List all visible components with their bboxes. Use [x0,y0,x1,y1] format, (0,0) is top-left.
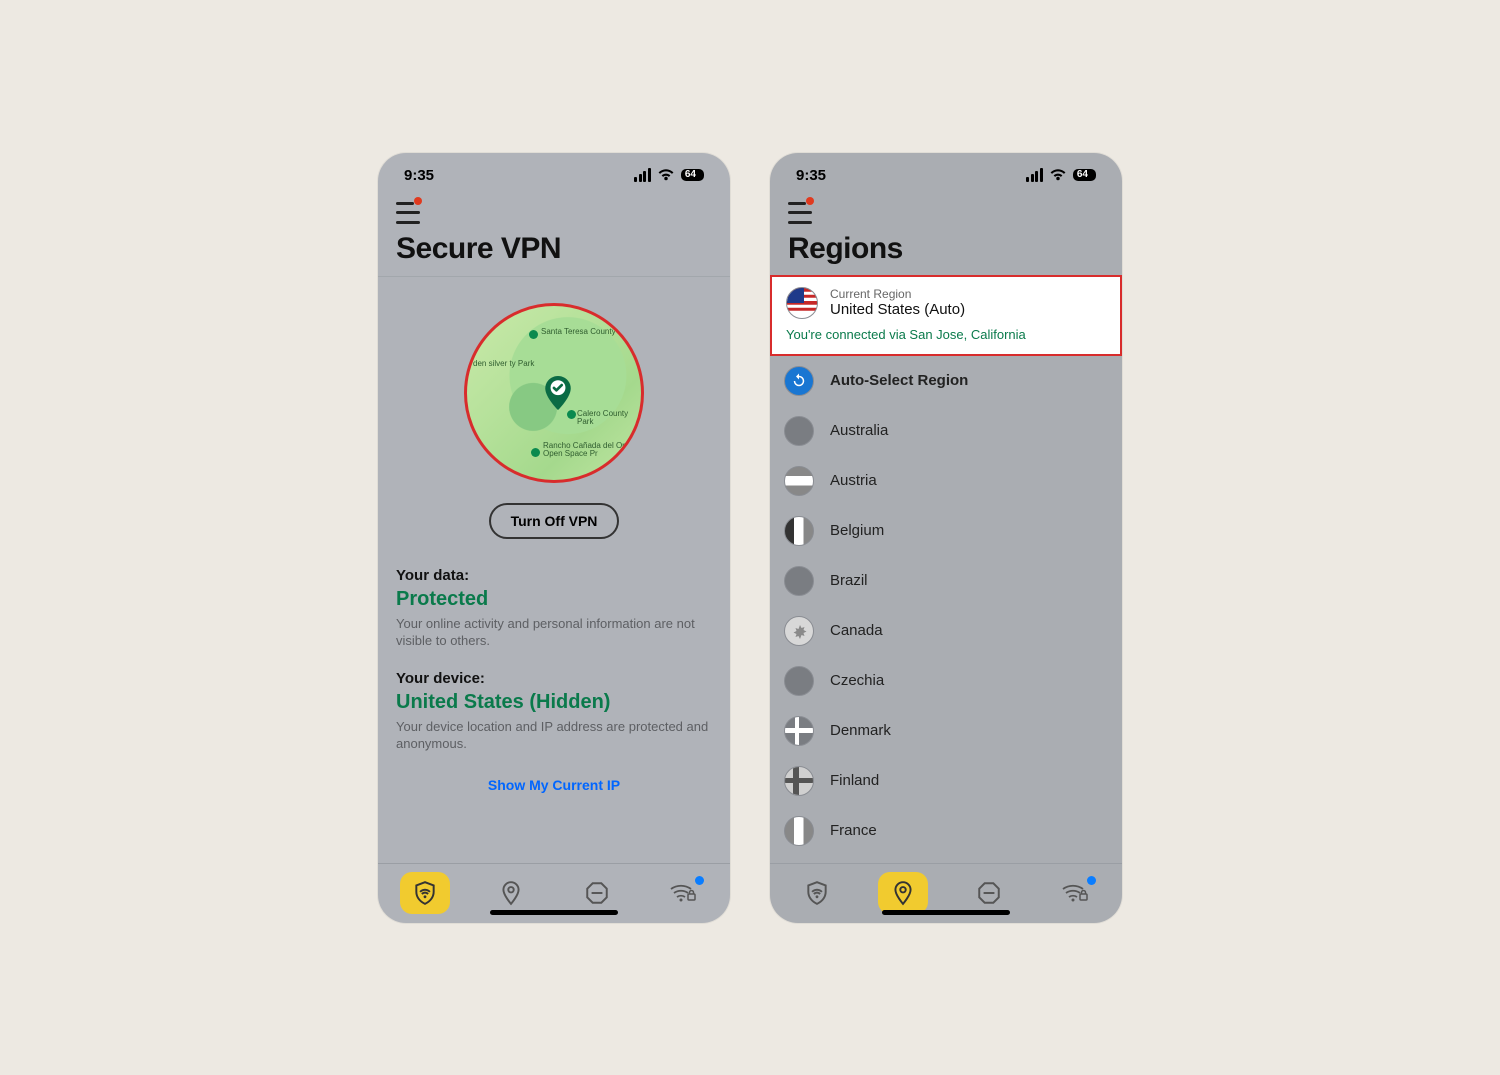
region-item[interactable]: France [770,806,1122,856]
hamburger-menu-button[interactable] [396,202,424,224]
tab-regions[interactable] [486,872,536,914]
belgium-flag-icon [784,516,814,546]
wifi-icon [1049,168,1067,182]
wifi-icon [657,168,675,182]
region-name: Denmark [830,722,891,739]
cellular-signal-icon [1026,168,1043,182]
current-region-value: United States (Auto) [830,301,965,318]
map-pin-icon [545,376,571,410]
divider [378,276,730,277]
region-name: Brazil [830,572,868,589]
region-auto-select[interactable]: Auto-Select Region [770,356,1122,406]
region-item[interactable]: Brazil [770,556,1122,606]
us-flag-icon [786,287,818,319]
denmark-flag-icon [784,716,814,746]
notification-dot-icon [414,197,422,205]
tab-block[interactable] [572,872,622,914]
region-item[interactable]: Czechia [770,656,1122,706]
shield-wifi-icon [412,880,438,906]
current-region-card[interactable]: Current Region United States (Auto) You'… [770,275,1122,356]
region-item[interactable]: Denmark [770,706,1122,756]
tab-regions[interactable] [878,872,928,914]
phone-regions: 9:35 64 Regions Current Region United St… [770,153,1122,923]
finland-flag-icon [784,766,814,796]
your-device-status: United States (Hidden) [396,691,712,714]
status-bar: 9:35 64 [770,153,1122,190]
phone-secure-vpn: 9:35 64 Secure VPN Santa Teresa County P… [378,153,730,923]
location-pin-icon [498,880,524,906]
wifi-lock-icon [1061,882,1089,904]
region-name: Canada [830,622,883,639]
your-data-status: Protected [396,588,712,611]
region-item[interactable]: Belgium [770,506,1122,556]
current-region-label: Current Region [830,287,965,301]
your-device-heading: Your device: [396,670,712,687]
tab-wifi-security[interactable] [658,872,708,914]
your-data-heading: Your data: [396,567,712,584]
notification-dot-icon [1087,876,1096,885]
brazil-flag-icon [784,566,814,596]
region-name: Belgium [830,522,884,539]
your-device-desc: Your device location and IP address are … [396,718,712,753]
home-indicator [490,910,618,915]
status-time: 9:35 [404,167,434,184]
region-item[interactable]: Germany [770,856,1122,863]
cellular-signal-icon [634,168,651,182]
show-ip-link[interactable]: Show My Current IP [488,777,620,793]
notification-dot-icon [695,876,704,885]
shield-wifi-icon [804,880,830,906]
page-title: Secure VPN [378,224,730,276]
location-pin-icon [890,880,916,906]
region-item[interactable]: Australia [770,406,1122,456]
vpn-toggle-button[interactable]: Turn Off VPN [489,503,620,539]
status-bar: 9:35 64 [378,153,730,190]
region-list: Auto-Select Region Australia Austria Bel… [770,356,1122,863]
map-label: Santa Teresa County Park [541,328,634,337]
canada-flag-icon [784,616,814,646]
page-title: Regions [770,224,1122,276]
status-time: 9:35 [796,167,826,184]
tab-wifi-security[interactable] [1050,872,1100,914]
location-map: Santa Teresa County Park Calero County P… [464,303,644,483]
block-icon [976,880,1002,906]
region-item[interactable]: Finland [770,756,1122,806]
your-data-desc: Your online activity and personal inform… [396,615,712,650]
czechia-flag-icon [784,666,814,696]
wifi-lock-icon [669,882,697,904]
region-name: Australia [830,422,888,439]
block-icon [584,880,610,906]
france-flag-icon [784,816,814,846]
tab-secure-vpn[interactable] [792,872,842,914]
austria-flag-icon [784,466,814,496]
region-name: Finland [830,772,879,789]
map-label: den silver ty Park [473,360,534,369]
map-label: Rancho Cañada del Oro Open Space Pr [543,442,641,460]
notification-dot-icon [806,197,814,205]
auto-select-icon [784,366,814,396]
battery-icon: 64 [681,169,704,181]
region-name: Austria [830,472,877,489]
tab-secure-vpn[interactable] [400,872,450,914]
region-name: Czechia [830,672,884,689]
status-icons: 64 [1026,168,1096,182]
australia-flag-icon [784,416,814,446]
region-name: Auto-Select Region [830,372,968,389]
region-item[interactable]: Austria [770,456,1122,506]
region-name: France [830,822,877,839]
home-indicator [882,910,1010,915]
tab-block[interactable] [964,872,1014,914]
hamburger-menu-button[interactable] [788,202,816,224]
battery-icon: 64 [1073,169,1096,181]
map-label: Calero County Park [577,410,641,428]
status-icons: 64 [634,168,704,182]
region-item[interactable]: Canada [770,606,1122,656]
connection-status: You're connected via San Jose, Californi… [786,327,1106,342]
